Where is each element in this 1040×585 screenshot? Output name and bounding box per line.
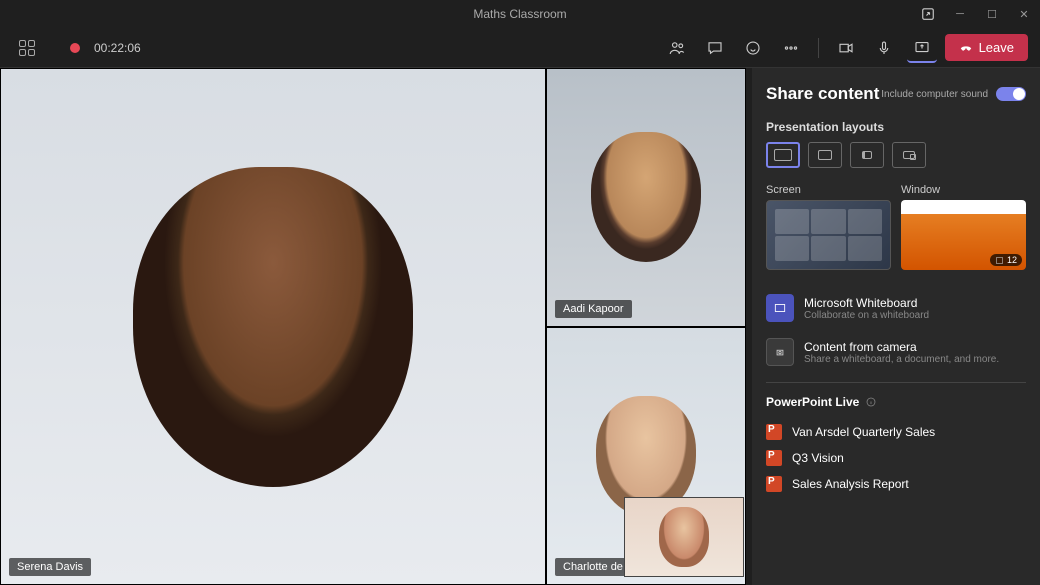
divider xyxy=(818,38,819,58)
reactions-button[interactable] xyxy=(738,33,768,63)
toolbar: 00:22:06 Leave xyxy=(0,28,1040,68)
layout-option[interactable] xyxy=(850,142,884,168)
powerpoint-live-label: PowerPoint Live xyxy=(766,395,1026,409)
screen-label: Screen xyxy=(766,184,891,196)
powerpoint-icon xyxy=(766,450,782,466)
video-grid: Serena Davis Aadi Kapoor Charlotte de Cr… xyxy=(0,68,752,585)
more-button[interactable] xyxy=(776,33,806,63)
include-sound-label: Include computer sound xyxy=(881,89,988,100)
close-icon[interactable]: ✕ xyxy=(1008,0,1040,28)
video-tile[interactable]: Aadi Kapoor xyxy=(546,68,746,327)
window-label: Window xyxy=(901,184,1026,196)
layout-option[interactable] xyxy=(892,142,926,168)
share-content-panel: Share content Include computer sound Pre… xyxy=(752,68,1040,585)
divider xyxy=(766,382,1026,383)
camera-button[interactable] xyxy=(831,33,861,63)
window-title: Maths Classroom xyxy=(473,7,566,21)
content-from-camera-option[interactable]: Content from camera Share a whiteboard, … xyxy=(766,330,1026,374)
include-sound-toggle[interactable] xyxy=(996,87,1026,101)
share-button[interactable] xyxy=(907,33,937,63)
participant-name: Aadi Kapoor xyxy=(555,300,632,318)
recording-time: 00:22:06 xyxy=(94,41,141,55)
popout-icon[interactable] xyxy=(912,0,944,28)
gallery-view-button[interactable] xyxy=(12,33,42,63)
layout-option[interactable] xyxy=(808,142,842,168)
layouts-label: Presentation layouts xyxy=(766,120,1026,134)
recording-indicator-icon xyxy=(70,43,80,53)
share-screen-option[interactable] xyxy=(766,200,891,270)
powerpoint-file[interactable]: Van Arsdel Quarterly Sales xyxy=(766,419,1026,445)
powerpoint-file[interactable]: Sales Analysis Report xyxy=(766,471,1026,497)
self-view[interactable] xyxy=(624,497,744,577)
powerpoint-icon xyxy=(766,476,782,492)
chat-button[interactable] xyxy=(700,33,730,63)
video-tile[interactable]: Serena Davis xyxy=(0,68,546,585)
powerpoint-icon xyxy=(766,424,782,440)
maximize-icon[interactable]: ☐ xyxy=(976,0,1008,28)
camera-content-icon xyxy=(766,338,794,366)
minimize-icon[interactable]: ─ xyxy=(944,0,976,28)
titlebar: Maths Classroom ─ ☐ ✕ xyxy=(0,0,1040,28)
leave-button[interactable]: Leave xyxy=(945,34,1028,61)
whiteboard-icon xyxy=(766,294,794,322)
whiteboard-option[interactable]: Microsoft Whiteboard Collaborate on a wh… xyxy=(766,286,1026,330)
share-window-option[interactable]: 12 xyxy=(901,200,1026,270)
layout-option[interactable] xyxy=(766,142,800,168)
powerpoint-file[interactable]: Q3 Vision xyxy=(766,445,1026,471)
window-count-badge: 12 xyxy=(990,254,1022,266)
panel-title: Share content xyxy=(766,84,879,104)
mic-button[interactable] xyxy=(869,33,899,63)
participant-name: Serena Davis xyxy=(9,558,91,576)
people-button[interactable] xyxy=(662,33,692,63)
